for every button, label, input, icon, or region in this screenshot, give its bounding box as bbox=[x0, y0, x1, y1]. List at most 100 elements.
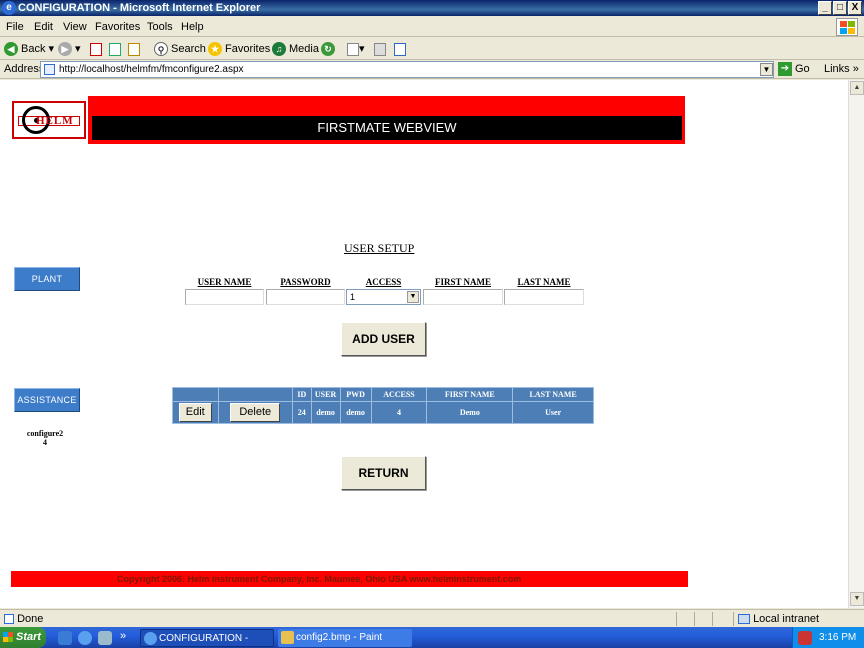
address-url: http://localhost/helmfm/fmconfigure2.asp… bbox=[59, 64, 244, 75]
access-select[interactable]: 1 ▼ bbox=[346, 289, 421, 305]
edit-button[interactable]: Edit bbox=[178, 403, 212, 422]
grid-header-access: ACCESS bbox=[370, 387, 428, 402]
start-button[interactable]: Start bbox=[0, 627, 46, 648]
quicklaunch-chevron[interactable]: » bbox=[120, 630, 126, 642]
refresh-button[interactable] bbox=[109, 41, 121, 57]
page-content: HELM FIRSTMATE WEBVIEW PLANT FLOOR ASSIS… bbox=[0, 80, 848, 608]
config-info: configure2 4 bbox=[20, 429, 70, 447]
grid-header-user: USER bbox=[310, 387, 341, 402]
username-input[interactable] bbox=[185, 289, 264, 305]
mail-button[interactable]: ▾ bbox=[347, 41, 365, 57]
minimize-button[interactable]: _ bbox=[818, 1, 832, 15]
password-header: PASSWORD bbox=[280, 277, 331, 287]
last-name-header: LAST NAME bbox=[517, 277, 571, 287]
grid-header-pwd: PWD bbox=[339, 387, 372, 402]
config-value: 4 bbox=[43, 438, 47, 447]
config-name: configure2 bbox=[26, 429, 64, 438]
return-button[interactable]: RETURN bbox=[341, 456, 426, 490]
grid-header-id: ID bbox=[291, 387, 312, 402]
footer-copyright: Copyright 2006: Helm Instrument Company,… bbox=[11, 571, 688, 587]
address-dropdown-button[interactable]: ▼ bbox=[760, 63, 773, 76]
grid-header-last-name: LAST NAME bbox=[512, 387, 594, 402]
assistance-button[interactable]: ASSISTANCE bbox=[14, 388, 80, 412]
grid-header-row: ID USER PWD ACCESS FIRST NAME LAST NAME bbox=[172, 387, 594, 402]
logo-text: HELM bbox=[36, 115, 74, 127]
ie-task-icon bbox=[144, 632, 157, 645]
task-configuration[interactable]: CONFIGURATION - Mic... bbox=[140, 629, 274, 647]
clock[interactable]: 3:16 PM bbox=[819, 627, 856, 648]
grid-header-edit bbox=[172, 387, 219, 402]
last-name-input[interactable] bbox=[504, 289, 584, 305]
chevron-down-icon: ▼ bbox=[407, 291, 419, 303]
delete-button[interactable]: Delete bbox=[230, 403, 281, 422]
menu-tools[interactable]: Tools bbox=[147, 21, 173, 33]
taskbar: Start » CONFIGURATION - Mic... config2.b… bbox=[0, 627, 864, 648]
history-button[interactable]: ↻ bbox=[321, 41, 338, 57]
users-grid: ID USER PWD ACCESS FIRST NAME LAST NAME … bbox=[172, 387, 594, 424]
access-select-value: 1 bbox=[350, 292, 356, 302]
system-tray: 3:16 PM bbox=[792, 627, 864, 648]
intranet-icon bbox=[738, 614, 750, 625]
favorites-button[interactable]: ★ Favorites bbox=[208, 41, 270, 57]
add-user-button[interactable]: ADD USER bbox=[341, 322, 426, 356]
home-button[interactable] bbox=[128, 41, 140, 57]
grid-cell-id: 24 bbox=[291, 401, 312, 424]
menu-bar: File Edit View Favorites Tools Help bbox=[0, 17, 864, 37]
password-input[interactable] bbox=[266, 289, 345, 305]
back-arrow-icon: ◀ bbox=[4, 42, 18, 57]
go-button[interactable]: ➔ Go bbox=[778, 62, 810, 76]
grid-cell-access: 4 bbox=[370, 401, 428, 424]
stop-button[interactable] bbox=[90, 41, 102, 57]
back-button[interactable]: ◀ Back ▾ bbox=[4, 41, 54, 57]
close-button[interactable]: X bbox=[848, 1, 862, 15]
search-quicklaunch-icon[interactable] bbox=[98, 631, 112, 645]
username-header: USER NAME bbox=[197, 277, 252, 287]
scroll-up-icon[interactable]: ▲ bbox=[850, 81, 864, 95]
media-button[interactable]: ♫ Media bbox=[272, 41, 319, 57]
edit-page-icon bbox=[394, 42, 406, 56]
edit-page-button[interactable] bbox=[394, 41, 406, 57]
menu-edit[interactable]: Edit bbox=[34, 21, 53, 33]
network-icon[interactable] bbox=[798, 631, 812, 645]
grid-cell-delete: Delete bbox=[217, 401, 293, 424]
print-button[interactable] bbox=[374, 41, 386, 57]
paint-icon bbox=[281, 631, 294, 644]
address-input[interactable]: http://localhost/helmfm/fmconfigure2.asp… bbox=[40, 61, 774, 78]
user-setup-title: USER SETUP bbox=[344, 241, 415, 255]
mail-icon bbox=[347, 42, 359, 56]
window-title: CONFIGURATION - Microsoft Internet Explo… bbox=[18, 2, 261, 14]
menu-view[interactable]: View bbox=[63, 21, 87, 33]
forward-button[interactable]: ▶ ▾ bbox=[58, 41, 81, 57]
menu-file[interactable]: File bbox=[6, 21, 24, 33]
task-paint[interactable]: config2.bmp - Paint bbox=[278, 629, 412, 647]
stop-icon bbox=[90, 42, 102, 56]
address-label: Address bbox=[4, 63, 45, 75]
security-zone: Local intranet bbox=[738, 613, 819, 625]
show-desktop-icon[interactable] bbox=[58, 631, 72, 645]
links-button[interactable]: Links » bbox=[824, 63, 859, 75]
first-name-input[interactable] bbox=[423, 289, 503, 305]
search-button[interactable]: ⚲ Search bbox=[154, 41, 206, 57]
menu-help[interactable]: Help bbox=[181, 21, 204, 33]
access-header: ACCESS bbox=[365, 277, 402, 287]
star-icon: ★ bbox=[208, 42, 222, 57]
grid-cell-pwd: demo bbox=[339, 401, 372, 424]
media-icon: ♫ bbox=[272, 42, 286, 57]
vertical-scrollbar[interactable]: ▲ ▼ bbox=[848, 80, 864, 608]
page-icon bbox=[44, 64, 55, 75]
maximize-button[interactable]: □ bbox=[833, 1, 847, 15]
plant-floor-button[interactable]: PLANT FLOOR bbox=[14, 267, 80, 306]
address-bar: Address http://localhost/helmfm/fmconfig… bbox=[0, 60, 864, 79]
grid-header-delete bbox=[217, 387, 293, 402]
menu-favorites[interactable]: Favorites bbox=[95, 21, 140, 33]
grid-cell-last-name: User bbox=[512, 401, 594, 424]
helm-logo: HELM bbox=[12, 101, 86, 139]
table-row: Edit Delete 24 demo demo 4 Demo User bbox=[172, 401, 594, 424]
scroll-down-icon[interactable]: ▼ bbox=[850, 592, 864, 606]
title-bar: e CONFIGURATION - Microsoft Internet Exp… bbox=[0, 0, 864, 16]
search-icon: ⚲ bbox=[154, 42, 168, 57]
grid-cell-edit: Edit bbox=[172, 401, 219, 424]
ie-icon: e bbox=[2, 1, 16, 15]
home-icon bbox=[128, 42, 140, 56]
ie-quicklaunch-icon[interactable] bbox=[78, 631, 92, 645]
